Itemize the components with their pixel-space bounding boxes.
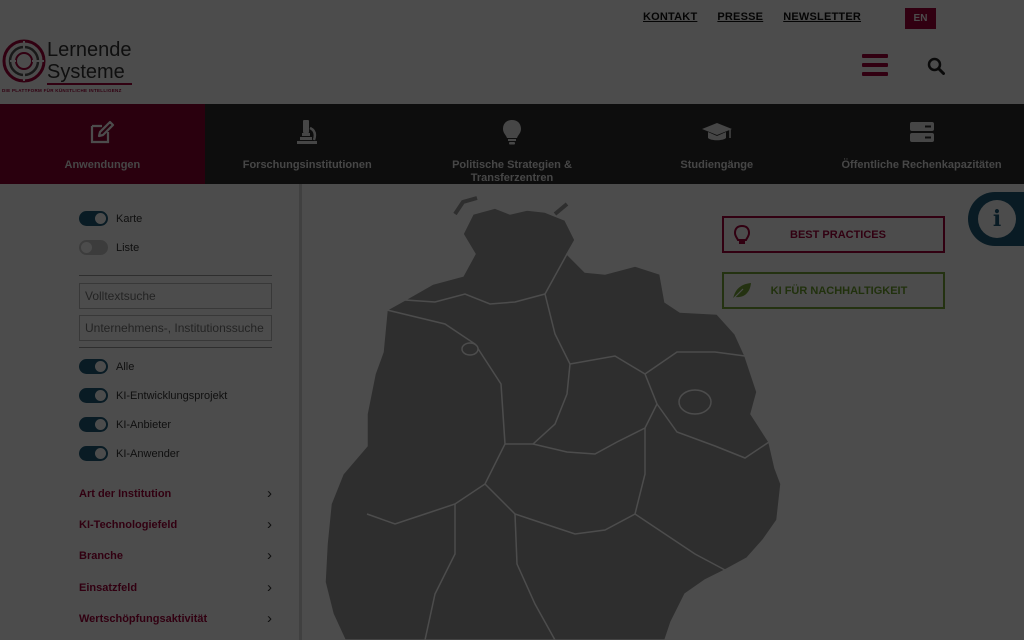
presse-link[interactable]: PRESSE <box>717 11 763 23</box>
accordion-label: Einsatzfeld <box>79 581 138 594</box>
accordion-label: KI-Technologiefeld <box>79 518 178 531</box>
institution-search-input[interactable] <box>79 315 272 341</box>
info-icon: i <box>978 200 1016 238</box>
logo-mark-icon <box>2 39 46 83</box>
toggle-switch[interactable] <box>79 211 108 226</box>
toggle-switch[interactable] <box>79 240 108 255</box>
tab-label: Anwendungen <box>64 159 141 171</box>
divider <box>79 275 272 276</box>
tab-label: Forschungsinstitutionen <box>242 159 372 171</box>
tab-forschungsinstitutionen[interactable]: Forschungsinstitutionen <box>205 104 410 184</box>
accordion-einsatzfeld[interactable]: Einsatzfeld › <box>79 579 272 596</box>
tab-label: Öffentliche Rechenkapazitäten <box>841 159 1002 171</box>
filter-sidebar: Karte Liste Alle KI-Entwicklungsprojekt … <box>0 184 302 640</box>
hamburger-icon[interactable] <box>862 54 888 78</box>
toggle-label: KI-Anbieter <box>116 418 172 431</box>
filter-alle-toggle[interactable]: Alle <box>79 359 134 374</box>
category-nav: Anwendungen Forschungsinstitutionen Poli… <box>0 104 1024 192</box>
accordion-art-der-institution[interactable]: Art der Institution › <box>79 485 272 502</box>
lightbulb-icon <box>733 224 751 244</box>
site-logo[interactable]: Lernende Systeme DIE PLATTFORM FÜR KÜNST… <box>2 38 162 98</box>
toggle-label: KI-Anwender <box>116 447 180 460</box>
toggle-switch[interactable] <box>79 388 108 403</box>
accordion-branche[interactable]: Branche › <box>79 547 272 564</box>
pencil-icon <box>91 120 115 144</box>
toggle-switch[interactable] <box>79 446 108 461</box>
toggle-label: Karte <box>116 212 143 225</box>
toggle-label: KI-Entwicklungsprojekt <box>116 389 228 402</box>
toggle-label: Liste <box>116 241 140 254</box>
fulltext-search-input[interactable] <box>79 283 272 309</box>
info-button[interactable]: i <box>968 192 1024 246</box>
filter-anbieter-toggle[interactable]: KI-Anbieter <box>79 417 171 432</box>
lightbulb-icon <box>502 120 521 145</box>
best-practices-label: BEST PRACTICES <box>790 228 886 241</box>
language-switch-button[interactable]: EN <box>905 8 936 29</box>
divider <box>79 347 272 348</box>
graduation-cap-icon <box>701 123 732 141</box>
leaf-icon <box>732 282 751 299</box>
chevron-right-icon: › <box>267 516 272 533</box>
chevron-right-icon: › <box>267 610 272 627</box>
accordion-ki-technologiefeld[interactable]: KI-Technologiefeld › <box>79 516 272 533</box>
chevron-right-icon: › <box>267 547 272 564</box>
tab-studiengaenge[interactable]: Studiengänge <box>614 104 819 184</box>
accordion-label: Branche <box>79 549 124 562</box>
best-practices-button[interactable]: BEST PRACTICES <box>722 216 945 253</box>
kontakt-link[interactable]: KONTAKT <box>643 11 697 23</box>
logo-tagline: DIE PLATTFORM FÜR KÜNSTLICHE INTELLIGENZ <box>2 88 122 93</box>
tab-label: Politische Strategien & Transferzentren <box>452 159 572 184</box>
view-karte-toggle[interactable]: Karte <box>79 211 142 226</box>
accordion-wertschoepfungsaktivitaet[interactable]: Wertschöpfungsaktivität › <box>79 610 272 627</box>
microscope-icon <box>297 120 318 144</box>
top-links: KONTAKT PRESSE NEWSLETTER <box>643 11 861 23</box>
tab-label: Studiengänge <box>680 159 754 171</box>
ki-nachhaltigkeit-label: KI FÜR NACHHALTIGKEIT <box>770 284 908 297</box>
site-header: KONTAKT PRESSE NEWSLETTER EN Lernende Sy… <box>0 0 1024 104</box>
tab-rechenkapazitaeten[interactable]: Öffentliche Rechenkapazitäten <box>819 104 1024 184</box>
server-icon <box>909 122 934 142</box>
filter-entwicklungsprojekt-toggle[interactable]: KI-Entwicklungsprojekt <box>79 388 227 403</box>
chevron-right-icon: › <box>267 485 272 502</box>
accordion-label: Art der Institution <box>79 487 172 500</box>
accordion-label: Wertschöpfungsaktivität <box>79 612 208 625</box>
logo-line-2: Systeme <box>47 61 132 85</box>
newsletter-link[interactable]: NEWSLETTER <box>783 11 861 23</box>
toggle-label: Alle <box>116 360 135 373</box>
ki-nachhaltigkeit-button[interactable]: KI FÜR NACHHALTIGKEIT <box>722 272 945 309</box>
tab-anwendungen[interactable]: Anwendungen <box>0 104 205 192</box>
toggle-switch[interactable] <box>79 359 108 374</box>
search-icon[interactable] <box>927 57 945 75</box>
toggle-switch[interactable] <box>79 417 108 432</box>
logo-line-1: Lernende <box>47 39 132 61</box>
filter-anwender-toggle[interactable]: KI-Anwender <box>79 446 180 461</box>
view-liste-toggle[interactable]: Liste <box>79 240 139 255</box>
tab-politische-strategien[interactable]: Politische Strategien & Transferzentren <box>410 104 615 184</box>
chevron-right-icon: › <box>267 579 272 596</box>
logo-text: Lernende Systeme <box>47 39 132 85</box>
